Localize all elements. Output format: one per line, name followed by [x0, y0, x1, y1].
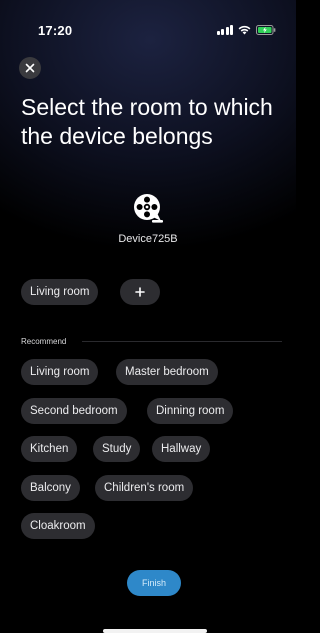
recommend-room-second-bedroom[interactable]: Second bedroom — [21, 398, 127, 424]
room-selection-screen: 17:20 Select the room to which the devic… — [0, 0, 296, 633]
recommend-room-hallway[interactable]: Hallway — [152, 436, 211, 462]
status-icons — [216, 23, 277, 37]
recommend-room-study[interactable]: Study — [93, 436, 141, 462]
status-bar: 17:20 — [0, 0, 296, 44]
recommend-room-balcony[interactable]: Balcony — [21, 475, 80, 501]
recommend-room-dinning-room[interactable]: Dinning room — [147, 398, 234, 424]
recommend-room-cloakroom[interactable]: Cloakroom — [21, 513, 95, 539]
recommend-room-childrens-room[interactable]: Children's room — [95, 475, 194, 501]
section-divider — [82, 341, 282, 342]
home-indicator — [103, 629, 207, 633]
device-reel-icon — [132, 192, 164, 224]
wifi-icon — [238, 25, 251, 35]
add-room-button[interactable] — [120, 279, 160, 305]
close-icon — [25, 63, 35, 73]
selected-room-chip[interactable]: Living room — [21, 279, 99, 305]
battery-charging-icon — [256, 25, 276, 35]
recommend-room-master-bedroom[interactable]: Master bedroom — [116, 359, 218, 385]
device-name: Device725B — [118, 233, 178, 245]
finish-button[interactable]: Finish — [127, 570, 181, 596]
signal-icon — [216, 25, 233, 35]
recommend-room-living-room[interactable]: Living room — [21, 359, 99, 385]
recommend-room-kitchen[interactable]: Kitchen — [21, 436, 78, 462]
recommend-label: Recommend — [21, 337, 67, 346]
page-title: Select the room to which the device belo… — [21, 94, 273, 149]
plus-icon — [135, 287, 145, 297]
status-time: 17:20 — [38, 23, 73, 38]
close-button[interactable] — [19, 57, 41, 79]
